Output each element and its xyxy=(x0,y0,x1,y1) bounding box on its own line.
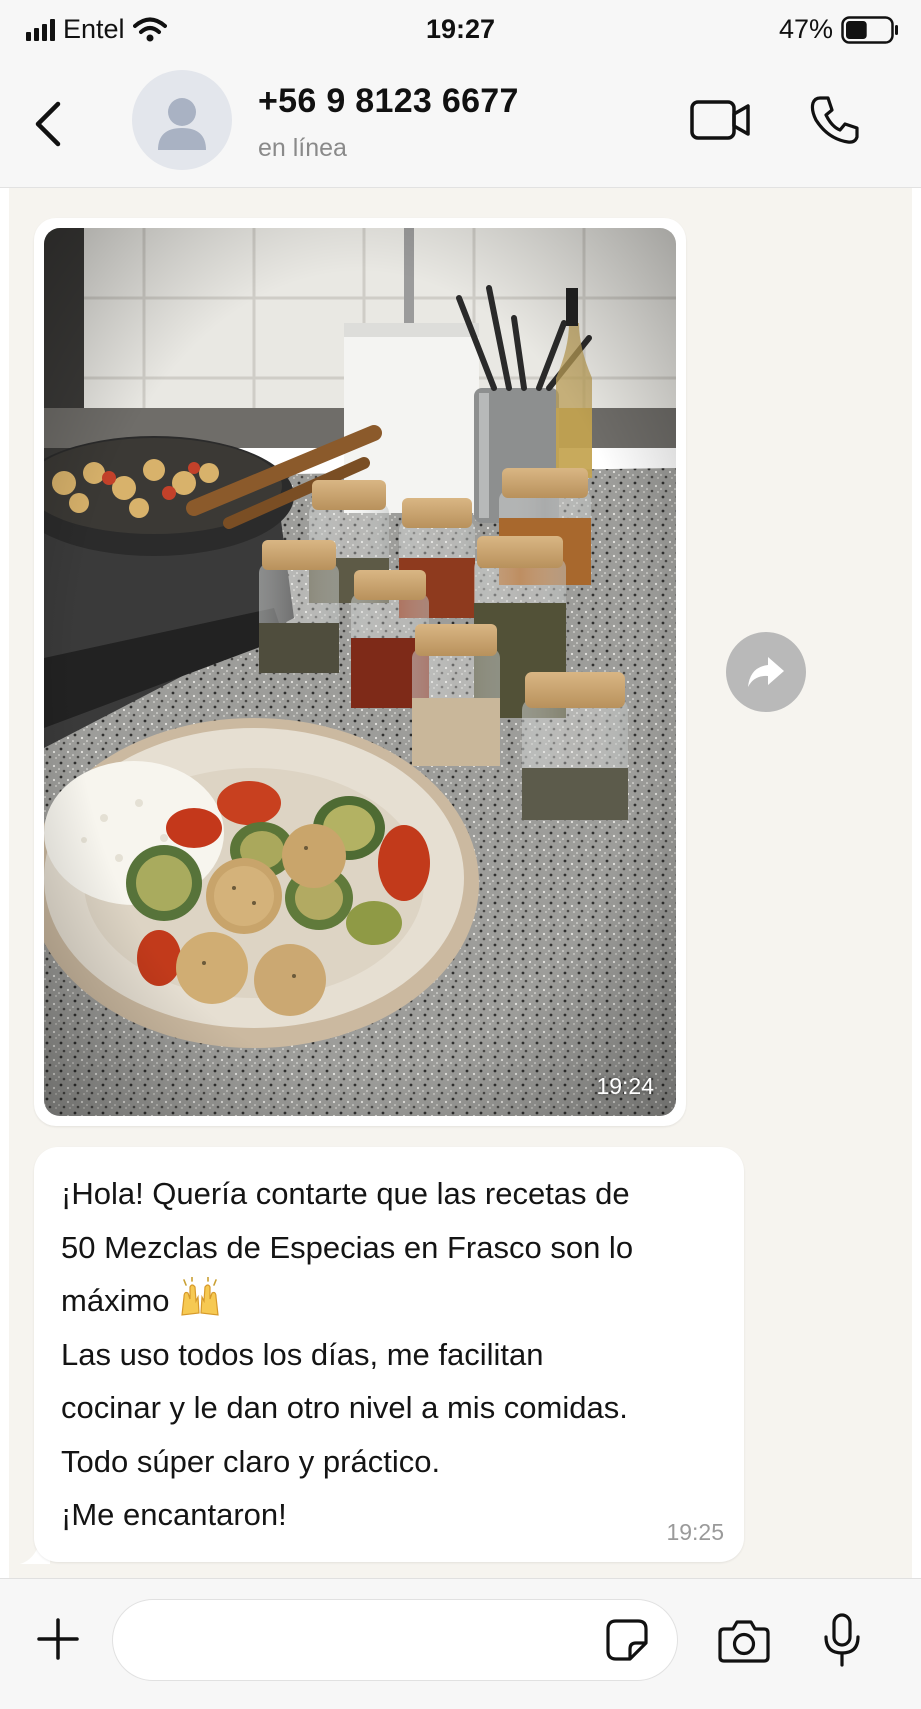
sticker-icon[interactable] xyxy=(606,1619,648,1661)
frame-left xyxy=(0,0,9,1708)
message-line: ¡Me encantaron! xyxy=(61,1497,287,1532)
message-line-with-emoji: máximo xyxy=(61,1274,741,1328)
back-icon[interactable] xyxy=(30,98,70,150)
battery-percent: 47% xyxy=(778,14,833,44)
status-right: 47% xyxy=(779,14,899,45)
raising-hands-emoji xyxy=(181,1277,219,1316)
image-timestamp: 19:24 xyxy=(596,1073,654,1099)
message-line: ¡Hola! Quería contarte que las recetas d… xyxy=(61,1176,630,1211)
mic-icon[interactable] xyxy=(822,1613,862,1667)
message-line: máximo xyxy=(61,1283,170,1318)
video-call-icon[interactable] xyxy=(690,98,752,142)
contact-name[interactable]: +56 9 8123 6677 xyxy=(258,82,519,121)
phone-icon[interactable] xyxy=(808,94,860,146)
message-line: Las uso todos los días, me facilitan xyxy=(61,1336,544,1372)
image-message[interactable]: 19:24 xyxy=(34,218,686,1126)
message-input[interactable] xyxy=(112,1599,678,1681)
message-timestamp: 19:25 xyxy=(666,1519,724,1545)
avatar[interactable] xyxy=(132,70,232,170)
message-line: cocinar y le dan otro nivel a mis comida… xyxy=(61,1390,628,1425)
battery-icon xyxy=(841,15,898,44)
message-line: 50 Mezclas de Especias en Frasco son lo xyxy=(61,1229,634,1265)
contact-status: en línea xyxy=(258,134,347,162)
avatar-icon xyxy=(158,98,206,150)
message-line: Todo súper claro y práctico. xyxy=(61,1443,441,1479)
shared-photo[interactable]: 19:24 xyxy=(44,228,676,1116)
input-bar xyxy=(0,1578,921,1709)
frame-right xyxy=(912,0,921,1708)
forward-icon xyxy=(748,657,784,687)
camera-icon[interactable] xyxy=(718,1617,770,1663)
message-body: ¡Hola! Quería contarte que las recetas d… xyxy=(61,1167,741,1542)
plus-icon[interactable] xyxy=(36,1617,80,1661)
forward-button[interactable] xyxy=(726,632,806,712)
text-message[interactable]: ¡Hola! Quería contarte que las recetas d… xyxy=(34,1147,744,1562)
food-photo-illustration xyxy=(44,228,676,1116)
status-bar: Entel 19:27 47% xyxy=(0,0,921,62)
chat-header: +56 9 8123 6677 en línea xyxy=(0,62,921,188)
